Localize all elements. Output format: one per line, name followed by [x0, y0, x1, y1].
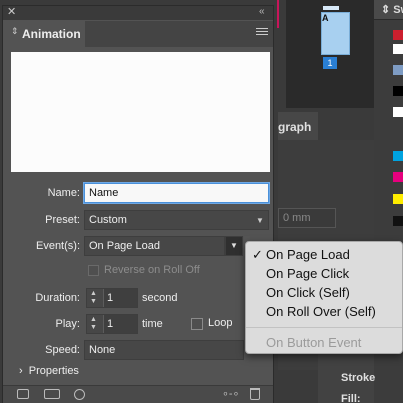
paragraph-tab-label: graph [278, 120, 312, 134]
trash-icon[interactable] [250, 388, 260, 400]
duration-unit: second [142, 292, 178, 304]
swatch-chip[interactable] [393, 216, 403, 226]
swatch-chip[interactable] [393, 172, 403, 182]
menu-item-on-click-self[interactable]: On Click (Self) [266, 285, 350, 300]
panel-titlebar[interactable] [3, 6, 273, 20]
swatch-chip[interactable] [393, 107, 403, 117]
page-number-badge[interactable]: 1 [323, 57, 337, 69]
duration-value[interactable]: 1 [103, 289, 137, 307]
play-stepper[interactable]: ▲ ▼ 1 [86, 314, 138, 334]
menu-item-on-button-event: On Button Event [266, 335, 362, 350]
speed-select[interactable]: None [84, 340, 244, 360]
menu-item-on-page-load[interactable]: On Page Load [266, 247, 350, 262]
events-value: On Page Load [89, 240, 160, 252]
preview-icon[interactable] [17, 389, 29, 399]
page-edge-marker [277, 0, 279, 28]
animation-preview [11, 52, 270, 172]
stepper-arrows-icon[interactable]: ▲ ▼ [90, 290, 97, 306]
chevron-right-icon: › [19, 365, 23, 377]
preset-label: Preset: [45, 214, 80, 226]
duration-label: Duration: [35, 292, 80, 304]
name-label: Name: [47, 187, 80, 199]
collapse-icon[interactable]: « [259, 6, 265, 17]
events-select[interactable]: On Page Load [84, 236, 225, 256]
preset-select[interactable]: Custom [84, 210, 269, 230]
menu-item-on-roll-over-self[interactable]: On Roll Over (Self) [266, 304, 376, 319]
swatch-chip[interactable] [393, 151, 403, 161]
close-icon[interactable]: ✕ [7, 6, 16, 18]
reverse-label: Reverse on Roll Off [104, 264, 200, 276]
play-value[interactable]: 1 [103, 315, 137, 333]
chevron-down-icon: ▼ [256, 216, 264, 225]
tab-strip [85, 21, 273, 47]
swatch-chip[interactable] [393, 65, 403, 75]
speed-label: Speed: [45, 344, 80, 356]
panel-menu-icon[interactable] [256, 28, 268, 38]
duration-stepper[interactable]: ▲ ▼ 1 [86, 288, 138, 308]
swatch-chip[interactable] [393, 194, 403, 204]
events-label: Event(s): [35, 240, 80, 252]
swatch-chip[interactable] [393, 30, 403, 40]
stroke-label: Stroke [341, 372, 376, 384]
page-thumbnail-letter: A [322, 13, 329, 23]
properties-label: Properties [28, 365, 79, 377]
play-label: Play: [55, 318, 80, 330]
loop-checkbox[interactable] [191, 318, 203, 330]
paragraph-indent-field[interactable]: 0 mm [278, 208, 336, 228]
tab-arrows-icon: ⇕ [11, 26, 19, 36]
swatches-title: Sw [393, 4, 403, 16]
swatch-chip[interactable] [393, 44, 403, 54]
fill-label: Fill: [341, 393, 361, 403]
name-input[interactable] [84, 183, 269, 203]
stepper-arrows-icon[interactable]: ▲ ▼ [90, 316, 97, 332]
properties-toggle[interactable]: › Properties [19, 365, 79, 377]
master-indicator [323, 6, 339, 10]
events-dropdown-button[interactable]: ▼ [225, 236, 243, 256]
swatch-chip[interactable] [393, 86, 403, 96]
proxy-icon[interactable] [44, 389, 60, 399]
play-unit: time [142, 318, 163, 330]
checkmark-icon: ✓ [252, 247, 263, 262]
swatches-tab-label[interactable]: ⇕ Sw [381, 3, 403, 16]
speed-value: None [89, 344, 116, 356]
menu-item-on-page-click[interactable]: On Page Click [266, 266, 349, 281]
reverse-checkbox[interactable] [88, 265, 99, 276]
menu-divider [246, 327, 402, 328]
preset-value: Custom [89, 214, 127, 226]
timing-icon[interactable] [74, 389, 85, 400]
panel-title: Animation [22, 27, 81, 41]
loop-label: Loop [208, 317, 233, 329]
motion-path-icon[interactable]: ∘-∘ [222, 387, 239, 400]
